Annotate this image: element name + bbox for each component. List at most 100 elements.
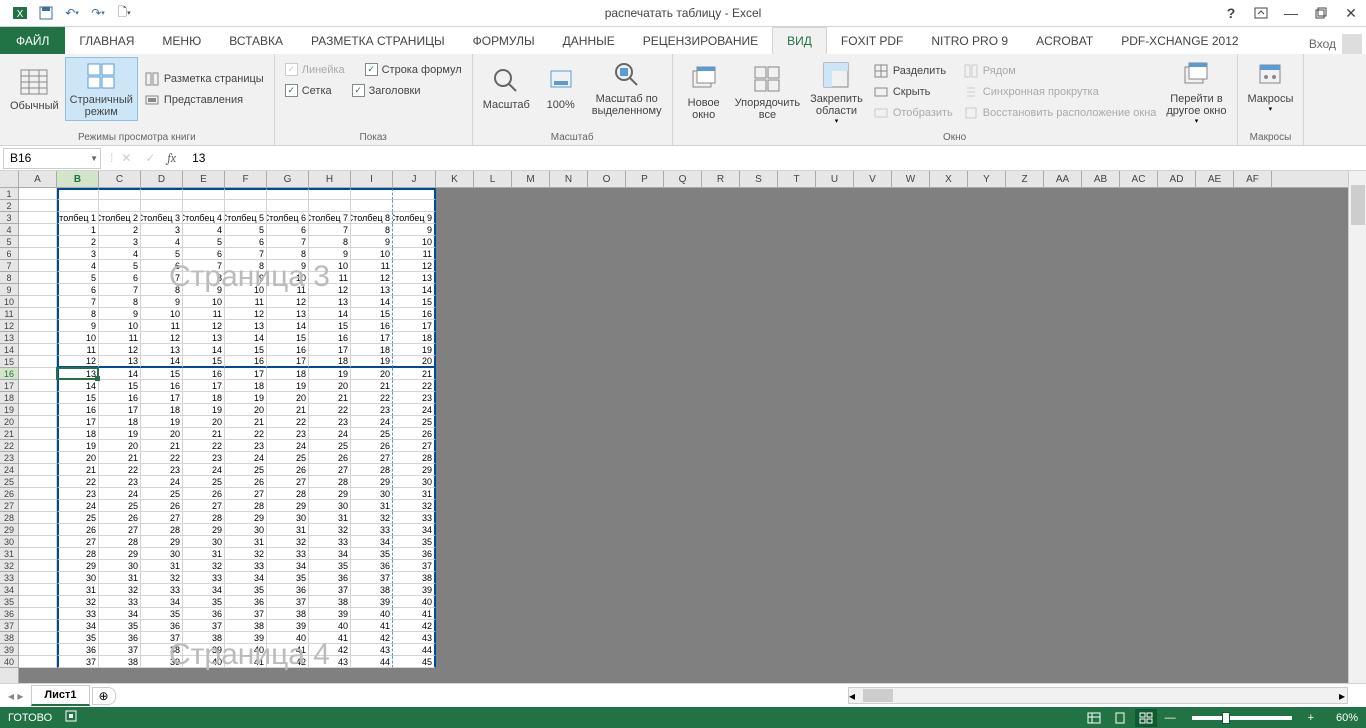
zoom-100-button[interactable]: 100%: [536, 63, 586, 113]
row-header[interactable]: 19: [0, 404, 18, 416]
cell[interactable]: [19, 236, 57, 248]
col-header[interactable]: AF: [1234, 171, 1272, 187]
col-header[interactable]: Q: [664, 171, 702, 187]
cell[interactable]: 30: [351, 488, 393, 500]
enter-formula-icon[interactable]: ✓: [139, 151, 161, 165]
cell[interactable]: 28: [99, 536, 141, 548]
row-header[interactable]: 11: [0, 308, 18, 320]
cell[interactable]: 35: [225, 584, 267, 596]
cell[interactable]: 29: [393, 464, 436, 476]
cell[interactable]: 38: [351, 584, 393, 596]
cell[interactable]: 37: [351, 572, 393, 584]
cell[interactable]: 10: [267, 272, 309, 284]
tab-разметка-страницы[interactable]: РАЗМЕТКА СТРАНИЦЫ: [297, 27, 459, 54]
formula-bar-checkbox[interactable]: ✓Строка формул: [361, 61, 466, 78]
cell[interactable]: 13: [393, 272, 436, 284]
row-header[interactable]: 37: [0, 620, 18, 632]
cell[interactable]: 13: [225, 320, 267, 332]
cell[interactable]: 30: [141, 548, 183, 560]
cell[interactable]: 17: [267, 356, 309, 368]
cell[interactable]: 29: [267, 500, 309, 512]
cell[interactable]: 33: [309, 536, 351, 548]
cell[interactable]: [19, 368, 57, 380]
cell[interactable]: 38: [183, 632, 225, 644]
cell[interactable]: [19, 284, 57, 296]
cell[interactable]: 32: [57, 596, 99, 608]
tab-формулы[interactable]: ФОРМУЛЫ: [459, 27, 549, 54]
cell[interactable]: 37: [99, 644, 141, 656]
cell[interactable]: 32: [309, 524, 351, 536]
cell[interactable]: 15: [183, 356, 225, 368]
cell[interactable]: 33: [393, 512, 436, 524]
cell[interactable]: 40: [183, 656, 225, 668]
row-header[interactable]: 25: [0, 476, 18, 488]
cell[interactable]: 42: [267, 656, 309, 668]
cell[interactable]: 24: [57, 500, 99, 512]
cell[interactable]: 40: [351, 608, 393, 620]
cell[interactable]: 30: [57, 572, 99, 584]
cell[interactable]: 15: [141, 368, 183, 380]
cell[interactable]: 12: [267, 296, 309, 308]
save-icon[interactable]: [34, 2, 58, 24]
cell[interactable]: 37: [225, 608, 267, 620]
cell[interactable]: 15: [309, 320, 351, 332]
cell[interactable]: 5: [183, 236, 225, 248]
row-header[interactable]: 18: [0, 392, 18, 404]
zoom-selection-button[interactable]: Масштаб по выделенному: [588, 57, 666, 119]
cell[interactable]: 32: [183, 560, 225, 572]
cell[interactable]: Столбец 4: [183, 212, 225, 224]
cell[interactable]: 27: [393, 440, 436, 452]
cell[interactable]: 36: [141, 620, 183, 632]
cell[interactable]: [19, 500, 57, 512]
cell[interactable]: 5: [99, 260, 141, 272]
cell[interactable]: [19, 620, 57, 632]
cell[interactable]: 8: [183, 272, 225, 284]
cell[interactable]: 25: [141, 488, 183, 500]
cell[interactable]: 34: [183, 584, 225, 596]
row-header[interactable]: 12: [0, 320, 18, 332]
cell[interactable]: 40: [393, 596, 436, 608]
cell[interactable]: 23: [393, 392, 436, 404]
cell[interactable]: 33: [183, 572, 225, 584]
cell[interactable]: 16: [393, 308, 436, 320]
cell[interactable]: 31: [99, 572, 141, 584]
col-header[interactable]: Y: [968, 171, 1006, 187]
cell[interactable]: 17: [351, 332, 393, 344]
cell[interactable]: [19, 392, 57, 404]
cell[interactable]: 43: [351, 644, 393, 656]
hide-button[interactable]: Скрыть: [869, 82, 957, 102]
col-header[interactable]: Z: [1006, 171, 1044, 187]
col-header[interactable]: A: [19, 171, 57, 187]
cell[interactable]: 18: [99, 416, 141, 428]
col-header[interactable]: AB: [1082, 171, 1120, 187]
cell[interactable]: 35: [57, 632, 99, 644]
cell[interactable]: 6: [225, 236, 267, 248]
cell[interactable]: 39: [393, 584, 436, 596]
row-header[interactable]: 16: [0, 368, 18, 380]
cell[interactable]: 26: [351, 440, 393, 452]
cell[interactable]: 42: [309, 644, 351, 656]
cell[interactable]: 20: [57, 452, 99, 464]
cell[interactable]: 31: [225, 536, 267, 548]
file-tab[interactable]: ФАЙЛ: [0, 27, 65, 54]
col-header[interactable]: F: [225, 171, 267, 187]
cell[interactable]: 28: [183, 512, 225, 524]
record-macro-icon[interactable]: [64, 709, 78, 726]
arrange-all-button[interactable]: Упорядочить все: [731, 61, 804, 123]
col-header[interactable]: O: [588, 171, 626, 187]
cell[interactable]: 8: [351, 224, 393, 236]
cell[interactable]: [141, 200, 183, 212]
cell[interactable]: 37: [141, 632, 183, 644]
row-header[interactable]: 3: [0, 212, 18, 224]
cell[interactable]: 24: [99, 488, 141, 500]
page-break-view-icon[interactable]: [1135, 709, 1157, 727]
cell[interactable]: 16: [183, 368, 225, 380]
cell[interactable]: [225, 188, 267, 200]
cell[interactable]: 7: [57, 296, 99, 308]
cell[interactable]: 3: [57, 248, 99, 260]
cell[interactable]: 5: [141, 248, 183, 260]
cell[interactable]: 36: [309, 572, 351, 584]
cell[interactable]: 14: [351, 296, 393, 308]
cell[interactable]: 4: [57, 260, 99, 272]
cell[interactable]: 14: [183, 344, 225, 356]
